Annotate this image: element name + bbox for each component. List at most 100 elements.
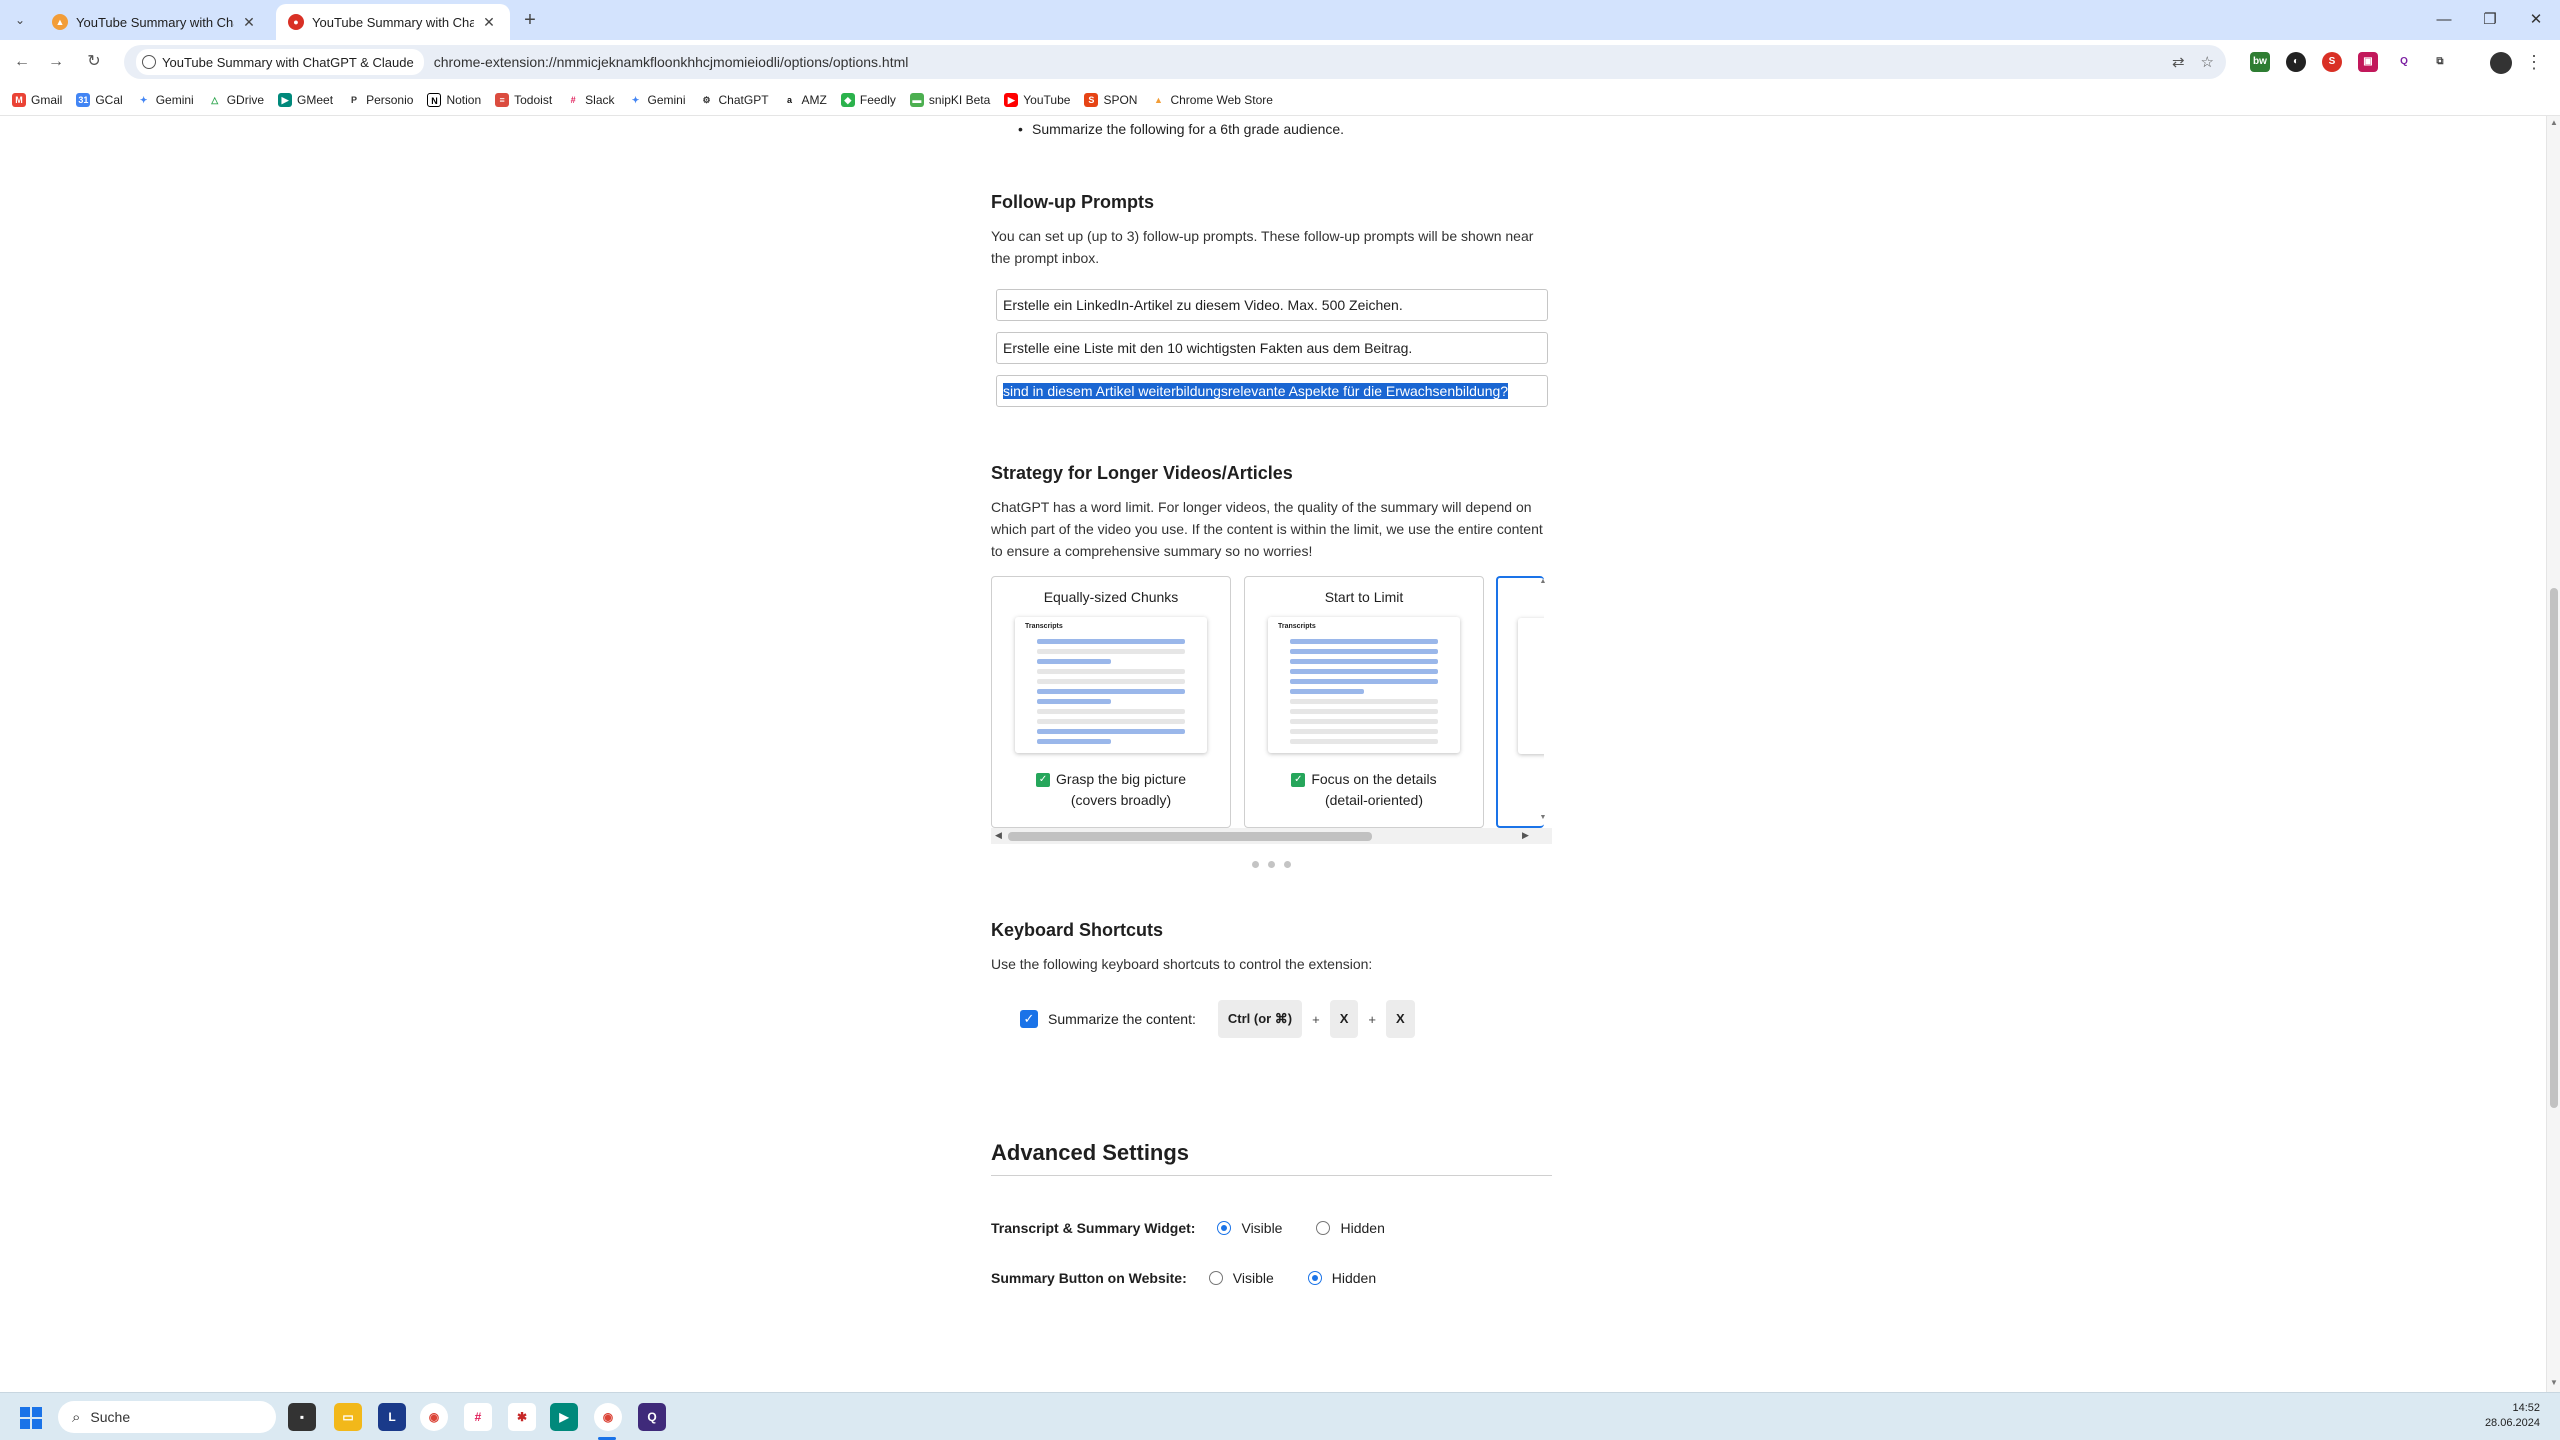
- tab-search-icon[interactable]: ⌄: [8, 8, 32, 32]
- app-l-icon[interactable]: L: [378, 1403, 406, 1431]
- followup-prompt-input-2[interactable]: Erstelle eine Liste mit den 10 wichtigst…: [996, 332, 1548, 364]
- address-bar[interactable]: YouTube Summary with ChatGPT & Claude ch…: [124, 45, 2226, 79]
- snipki-icon: ▬: [909, 92, 924, 107]
- tab-strip: ⌄ ▲ YouTube Summary with ChatGPT & Claud…: [0, 0, 2560, 40]
- back-button[interactable]: ←: [10, 50, 34, 74]
- tab-youtube-summary-2[interactable]: ● YouTube Summary with ChatGPT & Claude …: [276, 4, 510, 40]
- radio-hidden[interactable]: Hidden: [1307, 1270, 1376, 1286]
- browser-toolbar: ← → ↻ YouTube Summary with ChatGPT & Cla…: [0, 40, 2560, 84]
- bookmark-gdrive[interactable]: △ GDrive: [207, 92, 264, 107]
- minimize-button[interactable]: —: [2424, 6, 2464, 34]
- task-view-icon[interactable]: ▪: [288, 1403, 316, 1431]
- close-window-button[interactable]: ✕: [2516, 6, 2556, 34]
- bookmark-label: YouTube: [1023, 92, 1071, 107]
- windows-start-icon[interactable]: [20, 1407, 42, 1429]
- extension-bw-icon[interactable]: bw: [2250, 52, 2270, 72]
- radio-visible[interactable]: Visible: [1208, 1270, 1274, 1286]
- carousel-dot[interactable]: [1284, 861, 1291, 868]
- file-explorer-icon[interactable]: ▭: [334, 1403, 362, 1431]
- scroll-left-icon[interactable]: ◀: [995, 830, 1002, 841]
- scroll-up-icon[interactable]: ▲: [2549, 118, 2559, 127]
- forward-button[interactable]: →: [44, 50, 68, 74]
- radio-label: Visible: [1241, 1220, 1283, 1236]
- bookmark-amz[interactable]: a AMZ: [782, 92, 827, 107]
- key-ctrl[interactable]: Ctrl (or ⌘): [1217, 1000, 1303, 1038]
- scroll-right-icon[interactable]: ▶: [1522, 830, 1529, 841]
- strategy-card-equally-sized[interactable]: Equally-sized Chunks Transcripts ✓ Grasp…: [991, 576, 1231, 828]
- menu-kebab-icon[interactable]: ⋮: [2524, 50, 2544, 74]
- bookmark-star-icon[interactable]: ☆: [2201, 53, 2214, 71]
- carousel-dot[interactable]: [1268, 861, 1275, 868]
- bookmark-gemini-2[interactable]: ✦ Gemini: [628, 92, 686, 107]
- radio-visible[interactable]: Visible: [1217, 1220, 1282, 1236]
- shortcut-enabled-checkbox[interactable]: ✓: [1020, 1010, 1038, 1028]
- extension-summary-icon[interactable]: ▣: [2358, 52, 2378, 72]
- shortcut-row: ✓ Summarize the content: Ctrl (or ⌘) + X…: [1020, 1000, 1415, 1038]
- site-info-chip[interactable]: YouTube Summary with ChatGPT & Claude: [136, 49, 424, 75]
- check-line: (detail-oriented): [1324, 792, 1424, 808]
- bookmark-chrome-web-store[interactable]: ▲ Chrome Web Store: [1151, 92, 1273, 107]
- bookmark-feedly[interactable]: ◆ Feedly: [840, 92, 896, 107]
- radio-icon[interactable]: [1316, 1221, 1331, 1235]
- followup-prompt-input-3[interactable]: sind in diesem Artikel weiterbildungsrel…: [996, 375, 1548, 407]
- close-icon[interactable]: ✕: [480, 13, 498, 31]
- strategy-card-start-to-limit[interactable]: Start to Limit Transcripts ✓ Focus on th…: [1244, 576, 1484, 828]
- radio-icon[interactable]: [1208, 1271, 1223, 1285]
- system-clock[interactable]: 14:52 28.06.2024: [2485, 1401, 2540, 1431]
- prompt-text-selected: sind in diesem Artikel weiterbildungsrel…: [1003, 383, 1509, 399]
- radio-selected-icon[interactable]: [1217, 1221, 1232, 1235]
- bookmark-gmeet[interactable]: ▶ GMeet: [278, 92, 333, 107]
- slack-icon[interactable]: #: [464, 1403, 492, 1431]
- card-title: Equally-sized Chunks: [1043, 589, 1179, 605]
- meet-icon[interactable]: ▶: [550, 1403, 578, 1431]
- url-text[interactable]: chrome-extension://nmmicjeknamkfloonkhhc…: [434, 54, 2172, 70]
- chrome-active-icon[interactable]: ◉: [594, 1403, 622, 1431]
- scrollbar-thumb[interactable]: [2550, 588, 2558, 1108]
- profile-avatar[interactable]: [2490, 52, 2512, 74]
- tab-youtube-summary-1[interactable]: ▲ YouTube Summary with ChatGPT & Claude …: [40, 4, 270, 40]
- reload-button[interactable]: ↻: [82, 50, 106, 74]
- translate-icon[interactable]: ⇄: [2172, 53, 2185, 71]
- radio-selected-icon[interactable]: [1307, 1271, 1322, 1285]
- scrollbar-thumb[interactable]: [1008, 832, 1372, 841]
- taskbar-search[interactable]: ⌕ Suche: [58, 1401, 276, 1433]
- close-icon[interactable]: ✕: [240, 13, 258, 31]
- key-x-1[interactable]: X: [1329, 1000, 1359, 1038]
- bookmark-gcal[interactable]: 31 GCal: [76, 92, 123, 107]
- key-x-2[interactable]: X: [1386, 1000, 1415, 1038]
- app-puzzle-icon[interactable]: ✱: [508, 1403, 536, 1431]
- bookmark-gmail[interactable]: M Gmail: [12, 92, 63, 107]
- bookmarks-bar: M Gmail 31 GCal ✦ Gemini △ GDrive ▶ GMeet P Pe…: [0, 84, 2560, 116]
- bookmark-personio[interactable]: P Personio: [347, 92, 413, 107]
- bookmark-snipki[interactable]: ▬ snipKI Beta: [909, 92, 990, 107]
- chrome-icon[interactable]: ◉: [420, 1403, 448, 1431]
- carousel-vertical-scrollbar[interactable]: ▲ ▼: [1536, 576, 1550, 828]
- extension-red-icon[interactable]: S: [2322, 52, 2342, 72]
- carousel-horizontal-scrollbar[interactable]: ◀ ▶: [991, 828, 1552, 844]
- extensions-puzzle-icon[interactable]: ⧉: [2430, 52, 2450, 72]
- followup-prompt-input-1[interactable]: Erstelle ein LinkedIn-Artikel zu diesem …: [996, 289, 1548, 321]
- bookmark-gemini[interactable]: ✦ Gemini: [136, 92, 194, 107]
- extension-purple-icon[interactable]: Q: [2394, 52, 2414, 72]
- gemini-icon: ✦: [628, 92, 643, 107]
- bookmark-youtube[interactable]: ▶ YouTube: [1004, 92, 1071, 107]
- carousel-dot[interactable]: [1252, 861, 1259, 868]
- bookmark-todoist[interactable]: ≡ Todoist: [495, 92, 552, 107]
- restore-button[interactable]: ❐: [2470, 6, 2510, 34]
- bookmark-chatgpt[interactable]: ⚙ ChatGPT: [699, 92, 769, 107]
- bookmark-slack[interactable]: # Slack: [566, 92, 615, 107]
- extension-dark-icon[interactable]: ◐: [2286, 52, 2306, 72]
- check-line: (covers broadly): [1070, 792, 1172, 808]
- app-q-icon[interactable]: Q: [638, 1403, 666, 1431]
- new-tab-button[interactable]: +: [518, 8, 542, 32]
- page-scrollbar[interactable]: ▲ ▼: [2546, 116, 2560, 1392]
- shortcut-label: Summarize the content:: [1048, 1011, 1196, 1027]
- bookmark-notion[interactable]: N Notion: [427, 92, 481, 107]
- bookmark-spon[interactable]: S SPON: [1084, 92, 1137, 107]
- preview-label: Transcripts: [1278, 623, 1316, 630]
- scroll-down-icon[interactable]: ▼: [2549, 1378, 2559, 1387]
- radio-hidden[interactable]: Hidden: [1316, 1220, 1385, 1236]
- bookmark-label: Gmail: [31, 92, 63, 107]
- tab-title: YouTube Summary with ChatGPT & Claude: [312, 14, 474, 30]
- preview-label: Transcripts: [1025, 623, 1063, 630]
